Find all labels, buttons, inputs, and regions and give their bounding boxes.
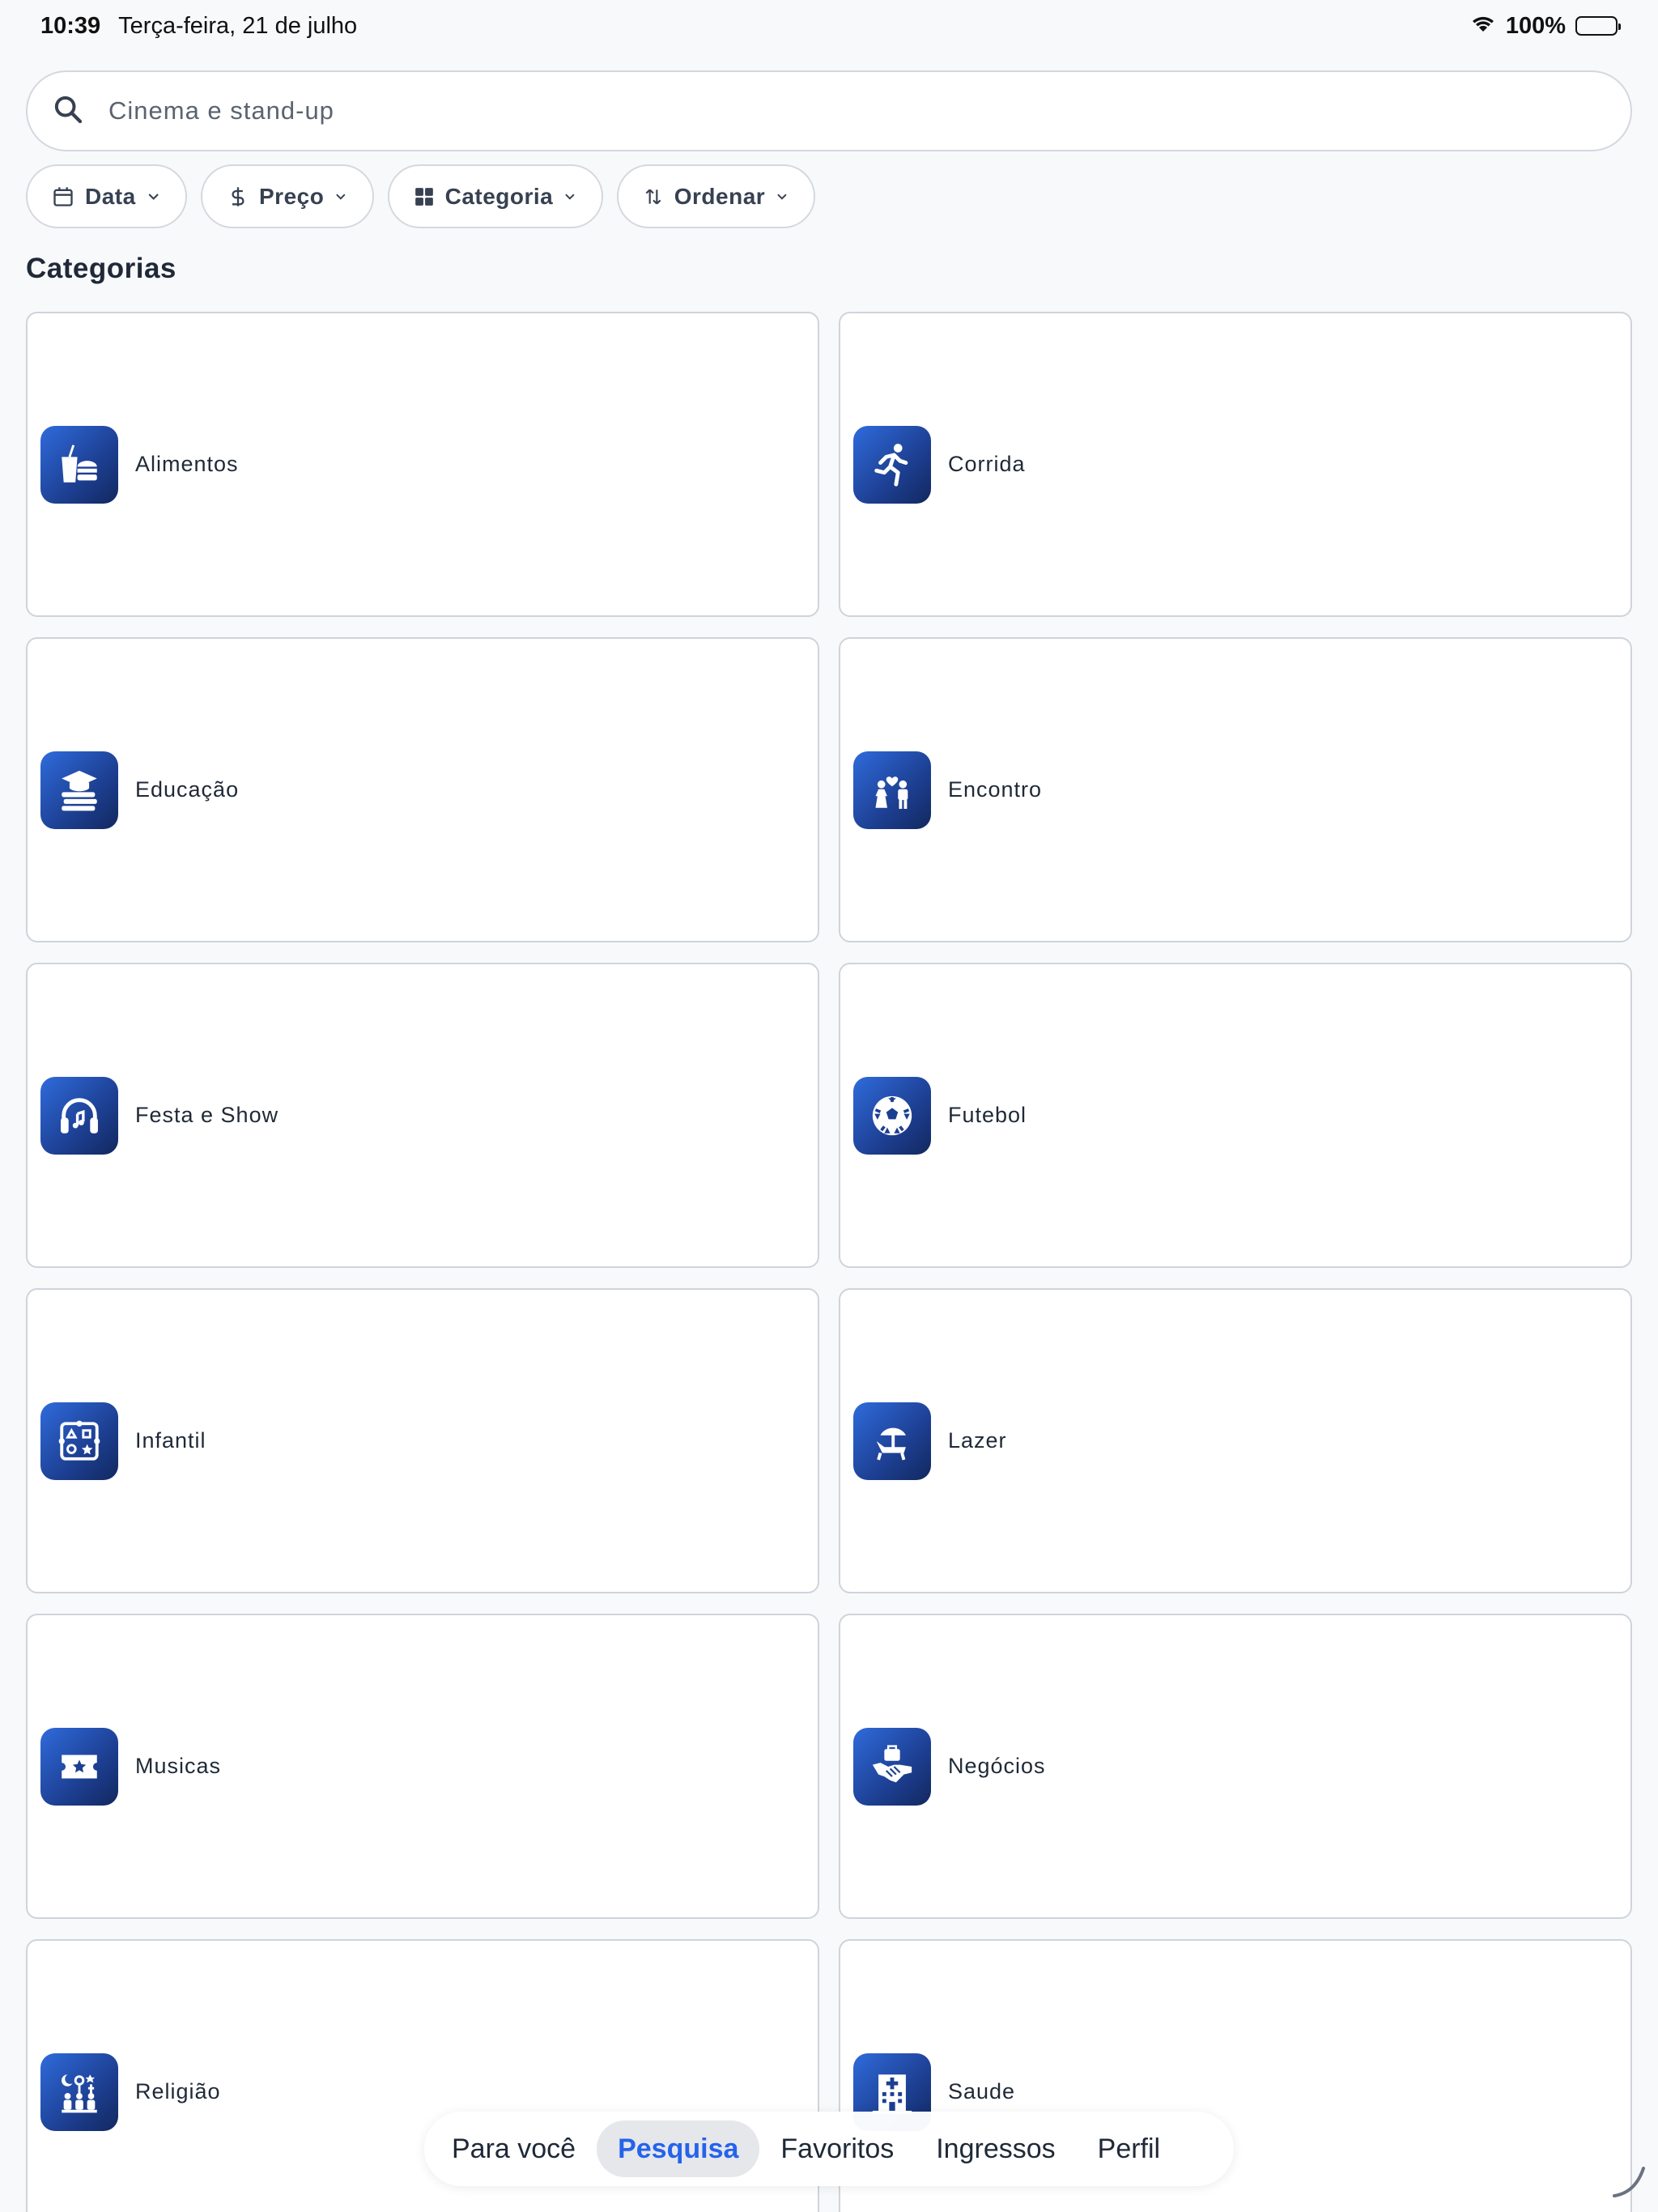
category-label: Religião — [135, 2079, 221, 2104]
calendar-icon — [52, 185, 75, 209]
category-label: Alimentos — [135, 452, 239, 476]
category-card-negocios[interactable]: Negócios — [839, 1614, 1632, 1919]
puzzle-icon — [40, 1402, 118, 1480]
category-card-encontro[interactable]: Encontro — [839, 637, 1632, 942]
category-label: Lazer — [948, 1428, 1007, 1453]
dollar-icon — [227, 185, 249, 209]
category-card-festa-e-show[interactable]: Festa e Show — [26, 963, 819, 1268]
status-left: 10:39 Terça-feira, 21 de julho — [40, 13, 357, 40]
category-card-lazer[interactable]: Lazer — [839, 1288, 1632, 1593]
category-label: Futebol — [948, 1103, 1027, 1127]
grid-icon — [414, 185, 436, 209]
category-label: Saude — [948, 2079, 1016, 2104]
headphones-icon — [40, 1076, 118, 1155]
search-bar[interactable] — [26, 70, 1632, 151]
sort-icon — [643, 185, 665, 209]
chevron-down-icon — [336, 194, 346, 200]
category-label: Encontro — [948, 777, 1043, 802]
tab-para-voce[interactable]: Para você — [431, 2121, 597, 2177]
status-time: 10:39 — [40, 12, 101, 39]
tab-ingressos[interactable]: Ingressos — [915, 2121, 1076, 2177]
status-right: 100% — [1470, 12, 1621, 40]
tab-pesquisa[interactable]: Pesquisa — [597, 2121, 760, 2177]
status-date: Terça-feira, 21 de julho — [118, 12, 358, 39]
category-label: Negócios — [948, 1754, 1046, 1778]
category-label: Infantil — [135, 1428, 206, 1453]
chevron-down-icon — [565, 194, 575, 200]
section-title: Categorias — [26, 253, 176, 284]
tab-bar: Para você Pesquisa Favoritos Ingressos P… — [424, 2112, 1234, 2186]
chevron-down-icon — [148, 194, 159, 200]
religion-icon — [40, 2052, 118, 2131]
battery-percent: 100% — [1505, 12, 1566, 39]
wifi-icon — [1470, 13, 1496, 40]
beach-chair-icon — [853, 1402, 931, 1480]
category-card-musicas[interactable]: Musicas — [26, 1614, 819, 1919]
category-card-educacao[interactable]: Educação — [26, 637, 819, 942]
search-input[interactable] — [108, 96, 1566, 125]
filter-bar: Data Preço Categoria Ordenar — [26, 164, 815, 228]
soccer-ball-icon — [853, 1076, 931, 1155]
category-label: Corrida — [948, 452, 1026, 476]
filter-category-button[interactable]: Categoria — [388, 164, 603, 228]
category-card-infantil[interactable]: Infantil — [26, 1288, 819, 1593]
ticket-star-icon — [40, 1727, 118, 1806]
running-icon — [853, 425, 931, 504]
filter-date-label: Data — [84, 183, 136, 209]
search-icon — [52, 93, 84, 130]
category-card-alimentos[interactable]: Alimentos — [26, 312, 819, 617]
couple-icon — [853, 751, 931, 829]
category-card-futebol[interactable]: Futebol — [839, 963, 1632, 1268]
category-label: Educação — [135, 777, 240, 802]
filter-sort-button[interactable]: Ordenar — [617, 164, 815, 228]
education-icon — [40, 751, 118, 829]
category-grid: Alimentos Corrida Educação Encontro Fest… — [26, 312, 1632, 2212]
category-label: Festa e Show — [135, 1103, 279, 1127]
filter-price-button[interactable]: Preço — [201, 164, 374, 228]
resize-handle-icon[interactable] — [1611, 2163, 1647, 2199]
handshake-icon — [853, 1727, 931, 1806]
category-card-corrida[interactable]: Corrida — [839, 312, 1632, 617]
battery-icon — [1575, 16, 1621, 36]
status-bar: 10:39 Terça-feira, 21 de julho 100% — [0, 0, 1658, 52]
filter-category-label: Categoria — [444, 183, 554, 209]
tab-perfil[interactable]: Perfil — [1077, 2121, 1181, 2177]
tab-favoritos[interactable]: Favoritos — [759, 2121, 915, 2177]
chevron-down-icon — [777, 194, 787, 200]
filter-sort-label: Ordenar — [674, 183, 766, 209]
food-icon — [40, 425, 118, 504]
filter-price-label: Preço — [259, 183, 325, 209]
filter-date-button[interactable]: Data — [26, 164, 187, 228]
category-label: Musicas — [135, 1754, 222, 1778]
